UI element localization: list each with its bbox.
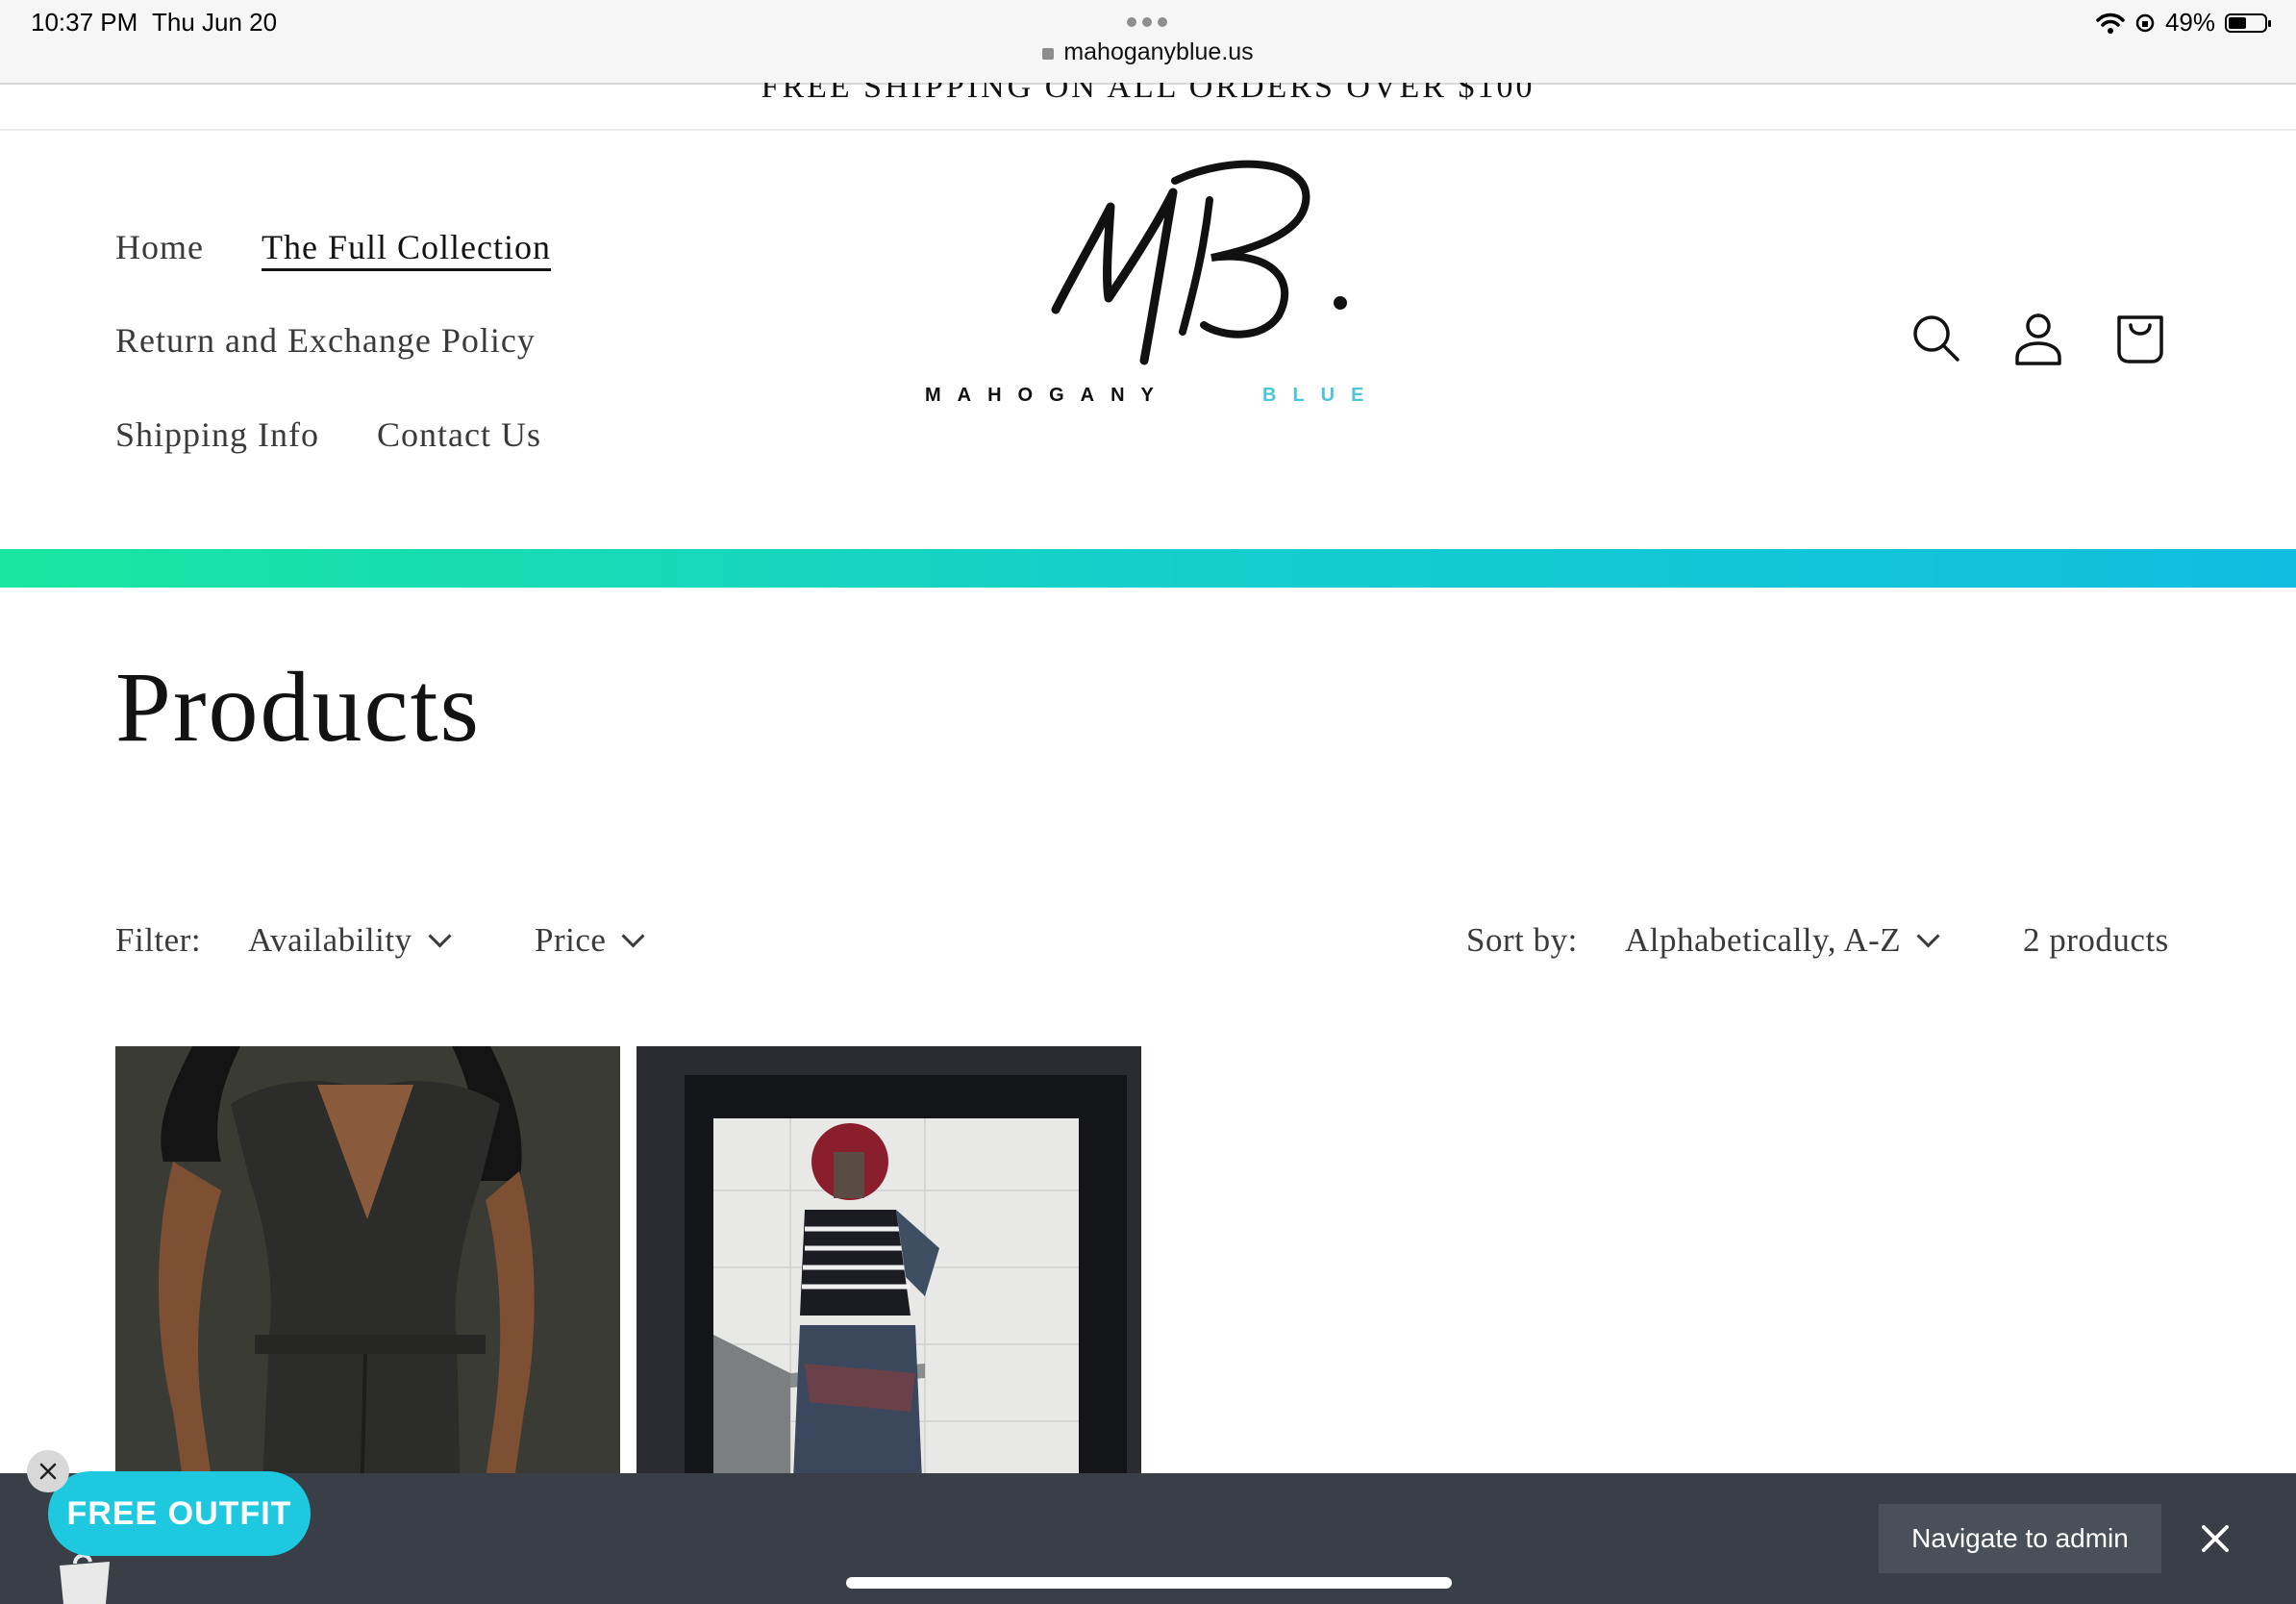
product-card[interactable] [636, 1046, 1141, 1546]
nav-contact-us[interactable]: Contact Us [377, 414, 541, 455]
filter-availability[interactable]: Availability [248, 921, 452, 960]
accent-gradient-bar [0, 549, 2296, 588]
status-indicators: 49% [2096, 8, 2271, 38]
close-icon[interactable] [2196, 1519, 2234, 1558]
sort-value: Alphabetically, A-Z [1625, 921, 1902, 959]
monogram-logo [1051, 160, 1347, 365]
filter-price-label: Price [535, 921, 607, 959]
battery-icon [2225, 13, 2271, 33]
product-count: 2 products [2023, 921, 2169, 959]
site-logo[interactable]: MAHOGANY BLUE [913, 144, 1385, 423]
filter-price[interactable]: Price [535, 921, 645, 960]
free-outfit-promo-button[interactable]: FREE OUTFIT [48, 1471, 311, 1556]
home-indicator[interactable] [846, 1577, 1452, 1589]
product-image[interactable] [636, 1046, 1141, 1546]
navigate-to-admin-button[interactable]: Navigate to admin [1879, 1504, 2161, 1573]
wifi-icon [2096, 13, 2125, 34]
chevron-down-icon [621, 924, 645, 948]
search-icon[interactable] [1908, 310, 1965, 367]
announcement-text: FREE SHIPPING ON ALL ORDERS OVER $100 [761, 83, 1535, 105]
nav-shipping-info[interactable]: Shipping Info [115, 414, 319, 455]
nav-home[interactable]: Home [115, 227, 204, 267]
page-title: Products [115, 652, 481, 763]
battery-percent: 49% [2164, 8, 2215, 37]
account-icon[interactable] [2009, 310, 2067, 367]
promo-close-icon[interactable] [27, 1450, 69, 1492]
filter-label: Filter: [115, 921, 202, 959]
status-date: Thu Jun 20 [152, 8, 278, 37]
chevron-down-icon [428, 924, 452, 948]
status-time: 10:37 PM [31, 8, 138, 37]
nav-full-collection[interactable]: The Full Collection [262, 227, 551, 267]
brand-name-left: MAHOGANY [925, 385, 1170, 406]
more-dots-icon[interactable] [1127, 17, 1167, 27]
filter-availability-label: Availability [248, 921, 412, 959]
announcement-bar: FREE SHIPPING ON ALL ORDERS OVER $100 [0, 83, 2296, 131]
sort-select[interactable]: Alphabetically, A-Z [1625, 921, 1940, 960]
close-icon [39, 1463, 57, 1480]
lock-icon [1042, 48, 1055, 60]
cart-icon[interactable] [2111, 310, 2169, 367]
browser-status-bar: 10:37 PM Thu Jun 20 mahoganyblue.us 49% [0, 0, 2296, 85]
url-text: mahoganyblue.us [1063, 38, 1254, 65]
nav-return-policy[interactable]: Return and Exchange Policy [115, 320, 536, 361]
sort-label: Sort by: [1466, 921, 1578, 959]
shopify-bag-icon[interactable] [54, 1550, 115, 1604]
url-bar[interactable]: mahoganyblue.us [0, 38, 2296, 66]
brand-name-right: BLUE [1262, 385, 1381, 406]
chevron-down-icon [1916, 924, 1940, 948]
orientation-lock-icon [2135, 13, 2155, 32]
